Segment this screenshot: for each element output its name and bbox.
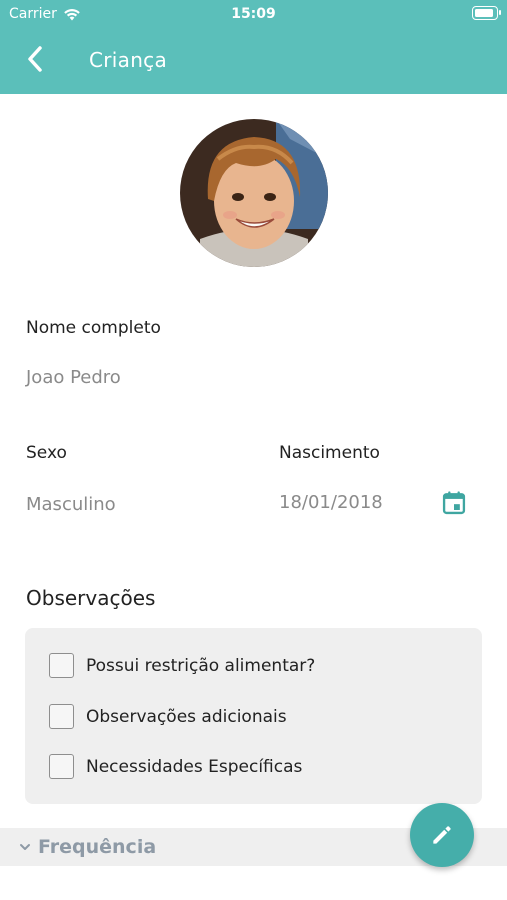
birth-date-label: Nascimento <box>279 443 380 463</box>
page-title: Criança <box>89 48 168 72</box>
edit-fab-button[interactable] <box>410 803 474 867</box>
checkbox-dietary-restriction[interactable]: Possui restrição alimentar? <box>49 653 315 678</box>
sex-label: Sexo <box>26 443 67 463</box>
checkbox[interactable] <box>49 754 74 779</box>
chevron-down-icon <box>20 844 30 850</box>
observations-title: Observações <box>26 586 156 610</box>
birth-date-field[interactable]: 18/01/2018 <box>279 492 383 513</box>
sex-field[interactable]: Masculino <box>26 494 116 515</box>
child-photo-icon <box>180 119 328 267</box>
status-bar: Carrier 15:09 <box>0 0 507 30</box>
calendar-icon <box>442 491 466 515</box>
chevron-left-icon <box>28 46 42 72</box>
battery-icon <box>472 6 501 20</box>
full-name-field[interactable]: Joao Pedro <box>26 367 121 388</box>
calendar-button[interactable] <box>440 489 468 517</box>
checkbox-label: Possui restrição alimentar? <box>86 655 316 676</box>
child-avatar[interactable] <box>180 119 328 267</box>
frequency-label: Frequência <box>38 836 157 858</box>
checkbox-additional-notes[interactable]: Observações adicionais <box>49 704 287 729</box>
app-header: Carrier 15:09 Criança <box>0 0 507 94</box>
full-name-label: Nome completo <box>26 318 161 338</box>
pencil-icon <box>433 826 451 844</box>
checkbox[interactable] <box>49 704 74 729</box>
checkbox[interactable] <box>49 653 74 678</box>
status-time: 15:09 <box>231 6 276 22</box>
observations-panel: Possui restrição alimentar? Observações … <box>25 628 482 804</box>
checkbox-label: Necessidades Específicas <box>86 756 303 777</box>
checkbox-specific-needs[interactable]: Necessidades Específicas <box>49 754 302 779</box>
back-button[interactable] <box>18 42 52 76</box>
checkbox-label: Observações adicionais <box>86 706 287 727</box>
